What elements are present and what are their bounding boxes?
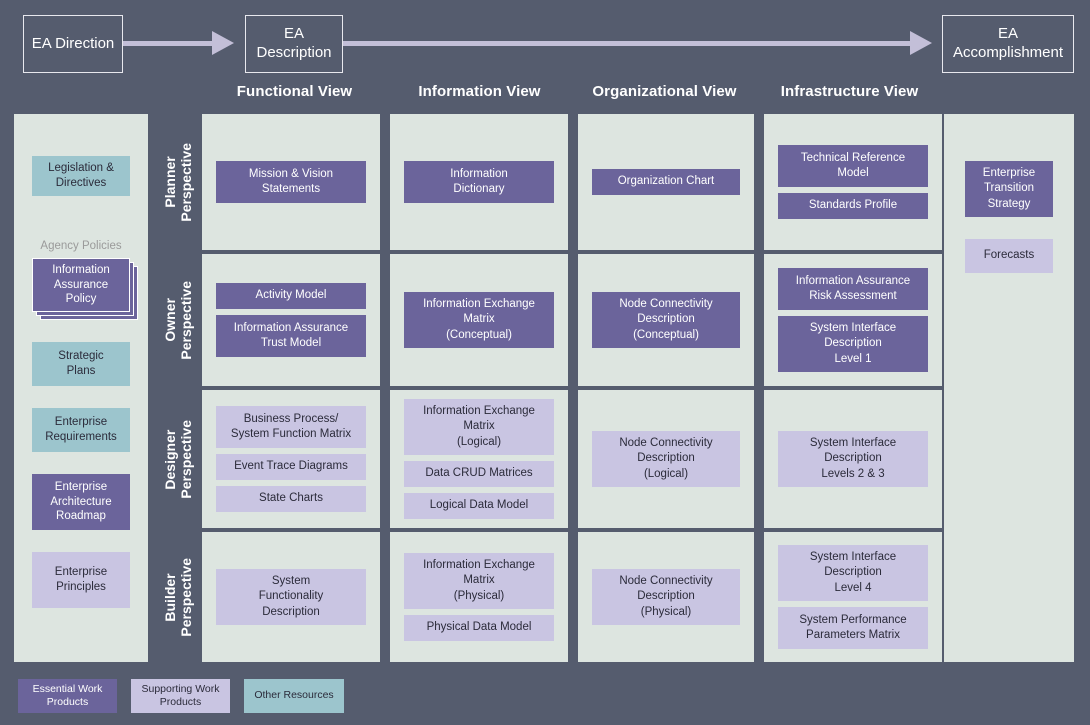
flow-arrow-head-2 [910,31,932,55]
matrix-cell-designer-organizational: Node Connectivity Description (Logical) [578,390,754,528]
work-product-system-functionality-description[interactable]: System Functionality Description [216,569,366,625]
matrix-cell-planner-organizational: Organization Chart [578,114,754,250]
flow-box-ea-accomplishment[interactable]: EA Accomplishment [942,15,1074,73]
left-panel-item-legislation-directives[interactable]: Legislation & Directives [32,156,130,196]
flow-arrow-head-1 [212,31,234,55]
left-panel-item-enterprise-requirements[interactable]: Enterprise Requirements [32,408,130,452]
ea-direction-panel: Legislation & Directives Agency Policies In… [14,114,148,662]
ea-accomplishment-panel: Enterprise Transition Strategy Forecasts [944,114,1074,662]
perspective-label-designer: Designer Perspective [156,390,200,528]
work-product-node-connectivity-description-physical[interactable]: Node Connectivity Description (Physical) [592,569,740,625]
flow-arrow-line-2 [343,41,921,46]
matrix-cell-builder-infrastructure: System Interface Description Level 4 System… [764,532,942,662]
legend-item-supporting-work-products: Supporting Work Products [131,679,230,713]
work-product-organization-chart[interactable]: Organization Chart [592,169,740,195]
matrix-cell-designer-information: Information Exchange Matrix (Logical) Data … [390,390,568,528]
work-product-information-exchange-matrix-physical[interactable]: Information Exchange Matrix (Physical) [404,553,554,609]
work-product-system-interface-description-level-4[interactable]: System Interface Description Level 4 [778,545,928,601]
ea-flow-bar: EA Direction EA Description EA Accomplis… [0,0,1090,80]
matrix-cell-builder-organizational: Node Connectivity Description (Physical) [578,532,754,662]
perspective-label-text: Owner Perspective [161,280,194,360]
matrix-cell-planner-functional: Mission & Vision Statements [202,114,380,250]
perspective-label-planner: Planner Perspective [156,114,200,250]
work-product-business-process-system-function-matrix[interactable]: Business Process/System Function Matrix [216,406,366,448]
work-product-node-connectivity-description-logical[interactable]: Node Connectivity Description (Logical) [592,431,740,487]
work-product-information-dictionary[interactable]: Information Dictionary [404,161,554,203]
column-header-information-view: Information View [418,83,541,100]
legend: Essential Work Products Supporting Work Pro… [18,679,344,713]
work-product-information-exchange-matrix-logical[interactable]: Information Exchange Matrix (Logical) [404,399,554,455]
flow-box-ea-direction[interactable]: EA Direction [23,15,123,73]
work-product-activity-model[interactable]: Activity Model [216,283,366,309]
work-product-standards-profile[interactable]: Standards Profile [778,193,928,219]
work-product-mission-vision-statements[interactable]: Mission & Vision Statements [216,161,366,203]
work-product-information-assurance-risk-assessment[interactable]: Information Assurance Risk Assessment [778,268,928,310]
work-product-event-trace-diagrams[interactable]: Event Trace Diagrams [216,454,366,480]
work-product-data-crud-matrices[interactable]: Data CRUD Matrices [404,461,554,487]
perspective-label-owner: Owner Perspective [156,254,200,386]
work-product-system-interface-description-levels-2-3[interactable]: System Interface Description Levels 2 & 3 [778,431,928,487]
legend-item-other-resources: Other Resources [244,679,344,713]
matrix-cell-builder-information: Information Exchange Matrix (Physical) Phys… [390,532,568,662]
matrix-cell-designer-infrastructure: System Interface Description Levels 2 & 3 [764,390,942,528]
left-panel-item-enterprise-principles[interactable]: Enterprise Principles [32,552,130,608]
perspective-label-text: Planner Perspective [161,142,194,222]
work-product-system-interface-description-level-1[interactable]: System Interface Description Level 1 [778,316,928,372]
flow-arrow-line-1 [123,41,223,46]
perspective-label-text: Builder Perspective [161,557,194,637]
work-product-information-exchange-matrix-conceptual[interactable]: Information Exchange Matrix (Conceptual) [404,292,554,348]
matrix-cell-planner-infrastructure: Technical Reference Model Standards Profil… [764,114,942,250]
right-panel-item-forecasts[interactable]: Forecasts [965,239,1053,273]
work-product-node-connectivity-description-conceptual[interactable]: Node Connectivity Description (Conceptual) [592,292,740,348]
matrix-cell-owner-information: Information Exchange Matrix (Conceptual) [390,254,568,386]
matrix-cell-builder-functional: System Functionality Description [202,532,380,662]
left-panel-item-strategic-plans[interactable]: Strategic Plans [32,342,130,386]
perspective-label-builder: Builder Perspective [156,532,200,662]
work-product-information-assurance-trust-model[interactable]: Information Assurance Trust Model [216,315,366,357]
right-panel-item-enterprise-transition-strategy[interactable]: Enterprise Transition Strategy [965,161,1053,217]
work-product-system-performance-parameters-matrix[interactable]: System Performance Parameters Matrix [778,607,928,649]
matrix-cell-planner-information: Information Dictionary [390,114,568,250]
matrix-cell-owner-organizational: Node Connectivity Description (Conceptual) [578,254,754,386]
work-product-physical-data-model[interactable]: Physical Data Model [404,615,554,641]
column-header-infrastructure-view: Infrastructure View [780,83,919,100]
column-header-functional-view: Functional View [236,83,353,100]
work-product-state-charts[interactable]: State Charts [216,486,366,512]
perspective-label-column: Planner Perspective Owner Perspective Desi… [156,114,200,662]
left-panel-item-label: Information Assurance Policy [32,258,130,312]
matrix-cell-owner-functional: Activity Model Information Assurance Trust… [202,254,380,386]
flow-box-ea-description[interactable]: EA Description [245,15,343,73]
legend-item-essential-work-products: Essential Work Products [18,679,117,713]
work-product-logical-data-model[interactable]: Logical Data Model [404,493,554,519]
matrix-cell-owner-infrastructure: Information Assurance Risk Assessment Syst… [764,254,942,386]
work-product-technical-reference-model[interactable]: Technical Reference Model [778,145,928,187]
perspective-label-text: Designer Perspective [161,419,194,499]
column-header-row: Functional View Information View Organizat… [202,83,942,111]
matrix-cell-designer-functional: Business Process/System Function Matrix E… [202,390,380,528]
left-panel-item-information-assurance-policy[interactable]: Information Assurance Policy [32,258,138,320]
column-header-organizational-view: Organizational View [592,83,737,100]
ea-description-matrix: Mission & Vision Statements Information Dic… [202,114,942,662]
left-panel-item-enterprise-architecture-roadmap[interactable]: Enterprise Architecture Roadmap [32,474,130,530]
left-panel-caption-agency-policies: Agency Policies [40,240,122,252]
